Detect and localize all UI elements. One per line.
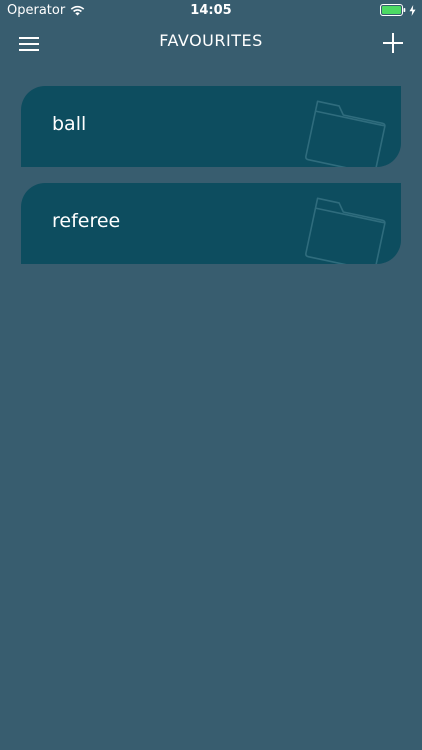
folder-icon bbox=[305, 197, 386, 264]
folder-item-referee[interactable]: referee bbox=[21, 183, 401, 264]
battery-icon bbox=[380, 4, 406, 16]
add-folder-button[interactable] bbox=[378, 28, 408, 58]
page-title: FAVOURITES bbox=[159, 31, 263, 50]
folder-icon bbox=[305, 100, 386, 167]
folder-label: ball bbox=[52, 113, 87, 135]
folder-item-ball[interactable]: ball bbox=[21, 86, 401, 167]
folder-label: referee bbox=[52, 210, 121, 232]
plus-icon bbox=[383, 33, 403, 53]
status-bar: Operator 14:05 bbox=[0, 0, 422, 22]
charging-bolt-icon bbox=[409, 4, 416, 16]
favourites-list: ball referee bbox=[21, 86, 401, 280]
battery-indicator bbox=[380, 4, 416, 16]
navigation-bar: FAVOURITES bbox=[0, 22, 422, 66]
status-time: 14:05 bbox=[190, 3, 232, 18]
